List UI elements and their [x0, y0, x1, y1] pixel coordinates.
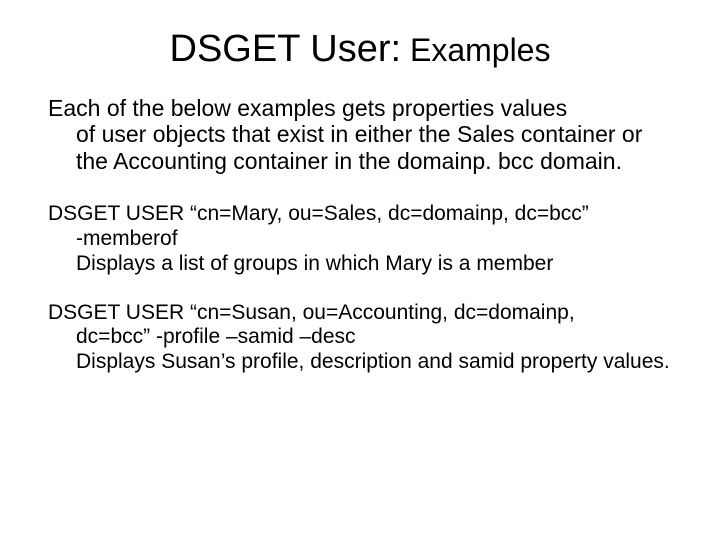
- title-main: DSGET User:: [170, 28, 402, 70]
- example-1: DSGET USER “cn=Mary, ou=Sales, dc=domain…: [48, 202, 672, 276]
- example-1-command: DSGET USER “cn=Mary, ou=Sales, dc=domain…: [48, 202, 589, 225]
- intro-rest: of user objects that exist in either the…: [48, 121, 672, 174]
- example-1-option: -memberof: [48, 227, 672, 252]
- example-2: DSGET USER “cn=Susan, ou=Accounting, dc=…: [48, 301, 672, 375]
- slide-title: DSGET User: Examples: [48, 28, 672, 71]
- example-1-description: Displays a list of groups in which Mary …: [48, 252, 672, 277]
- title-sub: Examples: [401, 32, 550, 68]
- example-2-description: Displays Susan’s profile, description an…: [48, 350, 672, 375]
- example-2-command-line2: dc=bcc” -profile –samid –desc: [48, 325, 672, 350]
- example-2-command-line1: DSGET USER “cn=Susan, ou=Accounting, dc=…: [48, 301, 575, 324]
- intro-paragraph: Each of the below examples gets properti…: [48, 95, 672, 174]
- slide: DSGET User: Examples Each of the below e…: [0, 0, 720, 540]
- intro-line1: Each of the below examples gets properti…: [48, 95, 567, 121]
